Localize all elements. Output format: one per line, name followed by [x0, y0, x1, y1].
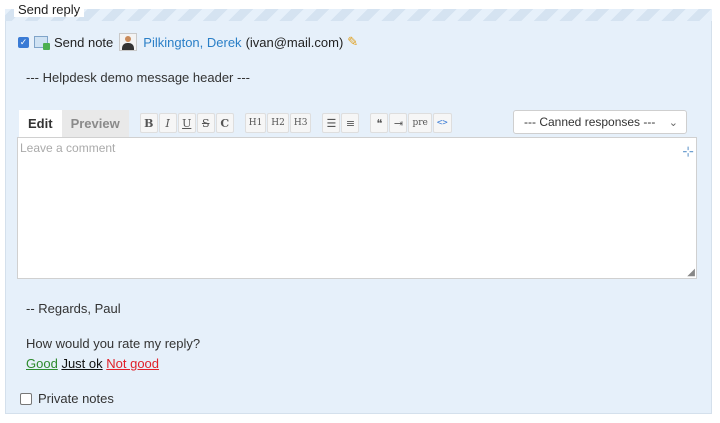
fullscreen-toggle-icon[interactable]: ⊹: [682, 143, 694, 160]
indent-icon[interactable]: ⇥: [389, 113, 408, 133]
rating-just-ok-link[interactable]: Just ok: [61, 356, 102, 371]
code-button[interactable]: C: [215, 113, 234, 133]
underline-button[interactable]: U: [177, 113, 196, 133]
edit-recipient-pencil-icon[interactable]: ✎: [347, 34, 358, 50]
pre-button[interactable]: pre: [408, 113, 432, 133]
panel-header-stripe: [5, 9, 712, 21]
bullet-list-icon[interactable]: ☰: [322, 113, 341, 133]
send-note-row: ✓ Send note Pilkington, Derek (ivan@mail…: [18, 33, 358, 51]
canned-responses-value: --- Canned responses ---: [524, 115, 656, 129]
heading3-button[interactable]: H3: [289, 113, 312, 133]
rating-links: Good Just ok Not good: [26, 356, 159, 371]
avatar: [119, 33, 138, 51]
html-code-button[interactable]: <>: [432, 113, 452, 133]
comment-editor: Edit Preview B I U S C H1 H2 H3 ☰ ≡ ❝ ⇥ …: [17, 109, 697, 279]
chevron-down-icon: ⌄: [668, 116, 678, 129]
editor-toolbar: Edit Preview B I U S C H1 H2 H3 ☰ ≡ ❝ ⇥ …: [17, 109, 697, 137]
heading2-button[interactable]: H2: [267, 113, 289, 133]
strikethrough-button[interactable]: S: [196, 113, 215, 133]
send-note-icon: [34, 36, 50, 50]
signature-regards: -- Regards, Paul: [26, 301, 121, 316]
comment-textarea[interactable]: Leave a comment ⊹ ◢: [17, 137, 697, 279]
private-notes-label: Private notes: [38, 391, 114, 406]
canned-responses-select[interactable]: --- Canned responses --- ⌄: [513, 110, 687, 134]
rating-question: How would you rate my reply?: [26, 336, 201, 351]
rating-not-good-link[interactable]: Not good: [106, 356, 159, 371]
blockquote-icon[interactable]: ❝: [370, 113, 389, 133]
heading1-button[interactable]: H1: [244, 113, 267, 133]
comment-placeholder: Leave a comment: [20, 141, 116, 155]
recipient-name-link[interactable]: Pilkington, Derek: [143, 35, 241, 50]
bold-button[interactable]: B: [139, 113, 158, 133]
resize-grip-icon[interactable]: ◢: [687, 267, 695, 278]
tab-edit[interactable]: Edit: [19, 109, 62, 137]
numbered-list-icon[interactable]: ≡: [341, 113, 360, 133]
rating-good-link[interactable]: Good: [26, 356, 58, 371]
italic-button[interactable]: I: [158, 113, 177, 133]
send-note-checkbox[interactable]: ✓: [18, 36, 29, 48]
send-note-label: Send note: [54, 34, 114, 50]
panel-legend: Send reply: [14, 2, 85, 17]
tab-preview[interactable]: Preview: [61, 109, 129, 137]
message-header: --- Helpdesk demo message header ---: [26, 70, 250, 85]
recipient-email: (ivan@mail.com): [245, 34, 344, 50]
private-notes-checkbox[interactable]: [20, 392, 32, 405]
private-notes-row: Private notes: [20, 391, 114, 406]
